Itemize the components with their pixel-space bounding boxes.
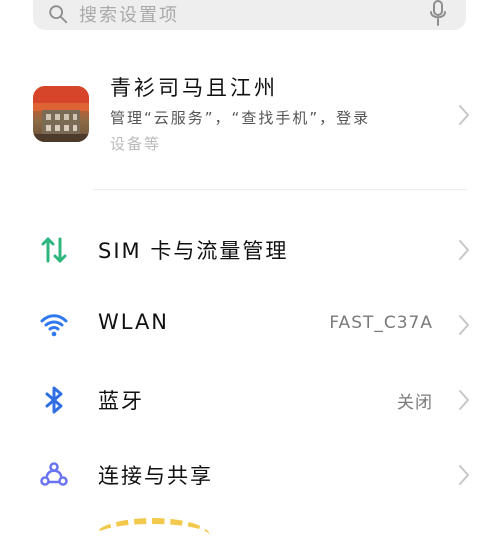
sim-data-icon: [41, 237, 67, 263]
chevron-right-icon: [459, 105, 469, 125]
share-icon: [40, 462, 68, 486]
account-name: 青衫司马且江州: [110, 76, 278, 100]
account-description: 管理“云服务”，“查找手机”，登录 设备等: [110, 105, 440, 157]
chevron-right-icon: [459, 315, 469, 335]
settings-row-label: 蓝牙: [98, 389, 144, 413]
settings-row-wlan[interactable]: WLAN FAST_C37A: [0, 287, 500, 362]
search-placeholder: 搜索设置项: [79, 5, 179, 26]
settings-row-label: SIM 卡与流量管理: [98, 239, 289, 263]
settings-row-value: FAST_C37A: [329, 313, 433, 333]
chevron-right-icon: [459, 465, 469, 485]
bluetooth-icon: [45, 386, 63, 414]
settings-row-sim-data[interactable]: SIM 卡与流量管理: [0, 212, 500, 287]
microphone-icon[interactable]: [428, 0, 448, 27]
account-description-line-2: 设备等: [110, 135, 162, 153]
settings-row-label: 连接与共享: [98, 464, 213, 488]
account-description-line-1: 管理“云服务”，“查找手机”，登录: [110, 109, 371, 127]
chevron-right-icon: [459, 240, 469, 260]
divider: [93, 189, 467, 190]
avatar: [33, 86, 89, 142]
search-bar[interactable]: 搜索设置项: [33, 0, 466, 30]
settings-row-bluetooth[interactable]: 蓝牙 关闭: [0, 362, 500, 437]
wifi-icon: [40, 314, 68, 337]
settings-row-value: 关闭: [397, 393, 433, 413]
search-icon: [49, 5, 68, 24]
annotation-highlight: [95, 518, 210, 554]
settings-row-connection-sharing[interactable]: 连接与共享: [0, 437, 500, 512]
avatar-image: [33, 86, 89, 142]
chevron-right-icon: [459, 390, 469, 410]
settings-row-label: WLAN: [98, 310, 170, 334]
account-card[interactable]: 青衫司马且江州 管理“云服务”，“查找手机”，登录 设备等: [0, 60, 500, 180]
